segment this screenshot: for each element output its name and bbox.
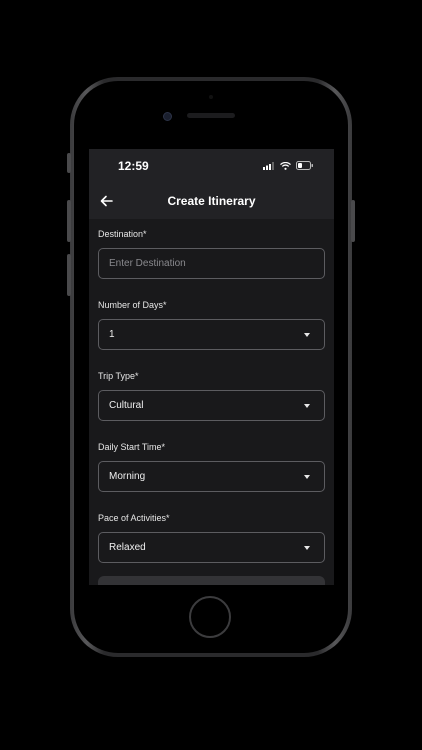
cellular-signal-icon	[263, 161, 274, 170]
phone-volume-up	[67, 200, 71, 242]
front-camera	[163, 112, 172, 121]
caret-down-icon	[304, 404, 310, 408]
trip-type-select[interactable]: Cultural	[98, 390, 325, 421]
home-button[interactable]	[189, 596, 231, 638]
days-label: Number of Days*	[98, 300, 167, 310]
page-title: Create Itinerary	[167, 194, 256, 208]
proximity-sensor	[209, 95, 213, 99]
app-screen: 12:59 Create Itinerary Destination* Ente…	[89, 149, 334, 585]
phone-volume-down	[67, 254, 71, 296]
phone-mute-switch	[67, 153, 71, 173]
trip-type-value: Cultural	[109, 400, 144, 411]
start-time-select[interactable]: Morning	[98, 461, 325, 492]
destination-placeholder: Enter Destination	[109, 258, 186, 269]
battery-icon	[296, 161, 313, 170]
trip-type-label: Trip Type*	[98, 371, 139, 381]
status-icons	[263, 161, 314, 170]
caret-down-icon	[304, 546, 310, 550]
pace-value: Relaxed	[109, 542, 146, 553]
days-value: 1	[109, 329, 115, 340]
status-time: 12:59	[118, 159, 149, 173]
pace-select[interactable]: Relaxed	[98, 532, 325, 563]
itinerary-form: Destination* Enter Destination Number of…	[98, 229, 325, 584]
status-bar: 12:59	[89, 149, 334, 185]
app-header: Create Itinerary	[89, 185, 334, 219]
pace-label: Pace of Activities*	[98, 513, 170, 523]
start-time-label: Daily Start Time*	[98, 442, 166, 452]
caret-down-icon	[304, 333, 310, 337]
days-select[interactable]: 1	[98, 319, 325, 350]
phone-power-button	[351, 200, 355, 242]
destination-label: Destination*	[98, 229, 147, 239]
wifi-icon	[280, 161, 291, 170]
caret-down-icon	[304, 475, 310, 479]
submit-button[interactable]	[98, 576, 325, 585]
earpiece-speaker	[187, 113, 235, 118]
start-time-value: Morning	[109, 471, 146, 482]
destination-input[interactable]: Enter Destination	[98, 248, 325, 279]
